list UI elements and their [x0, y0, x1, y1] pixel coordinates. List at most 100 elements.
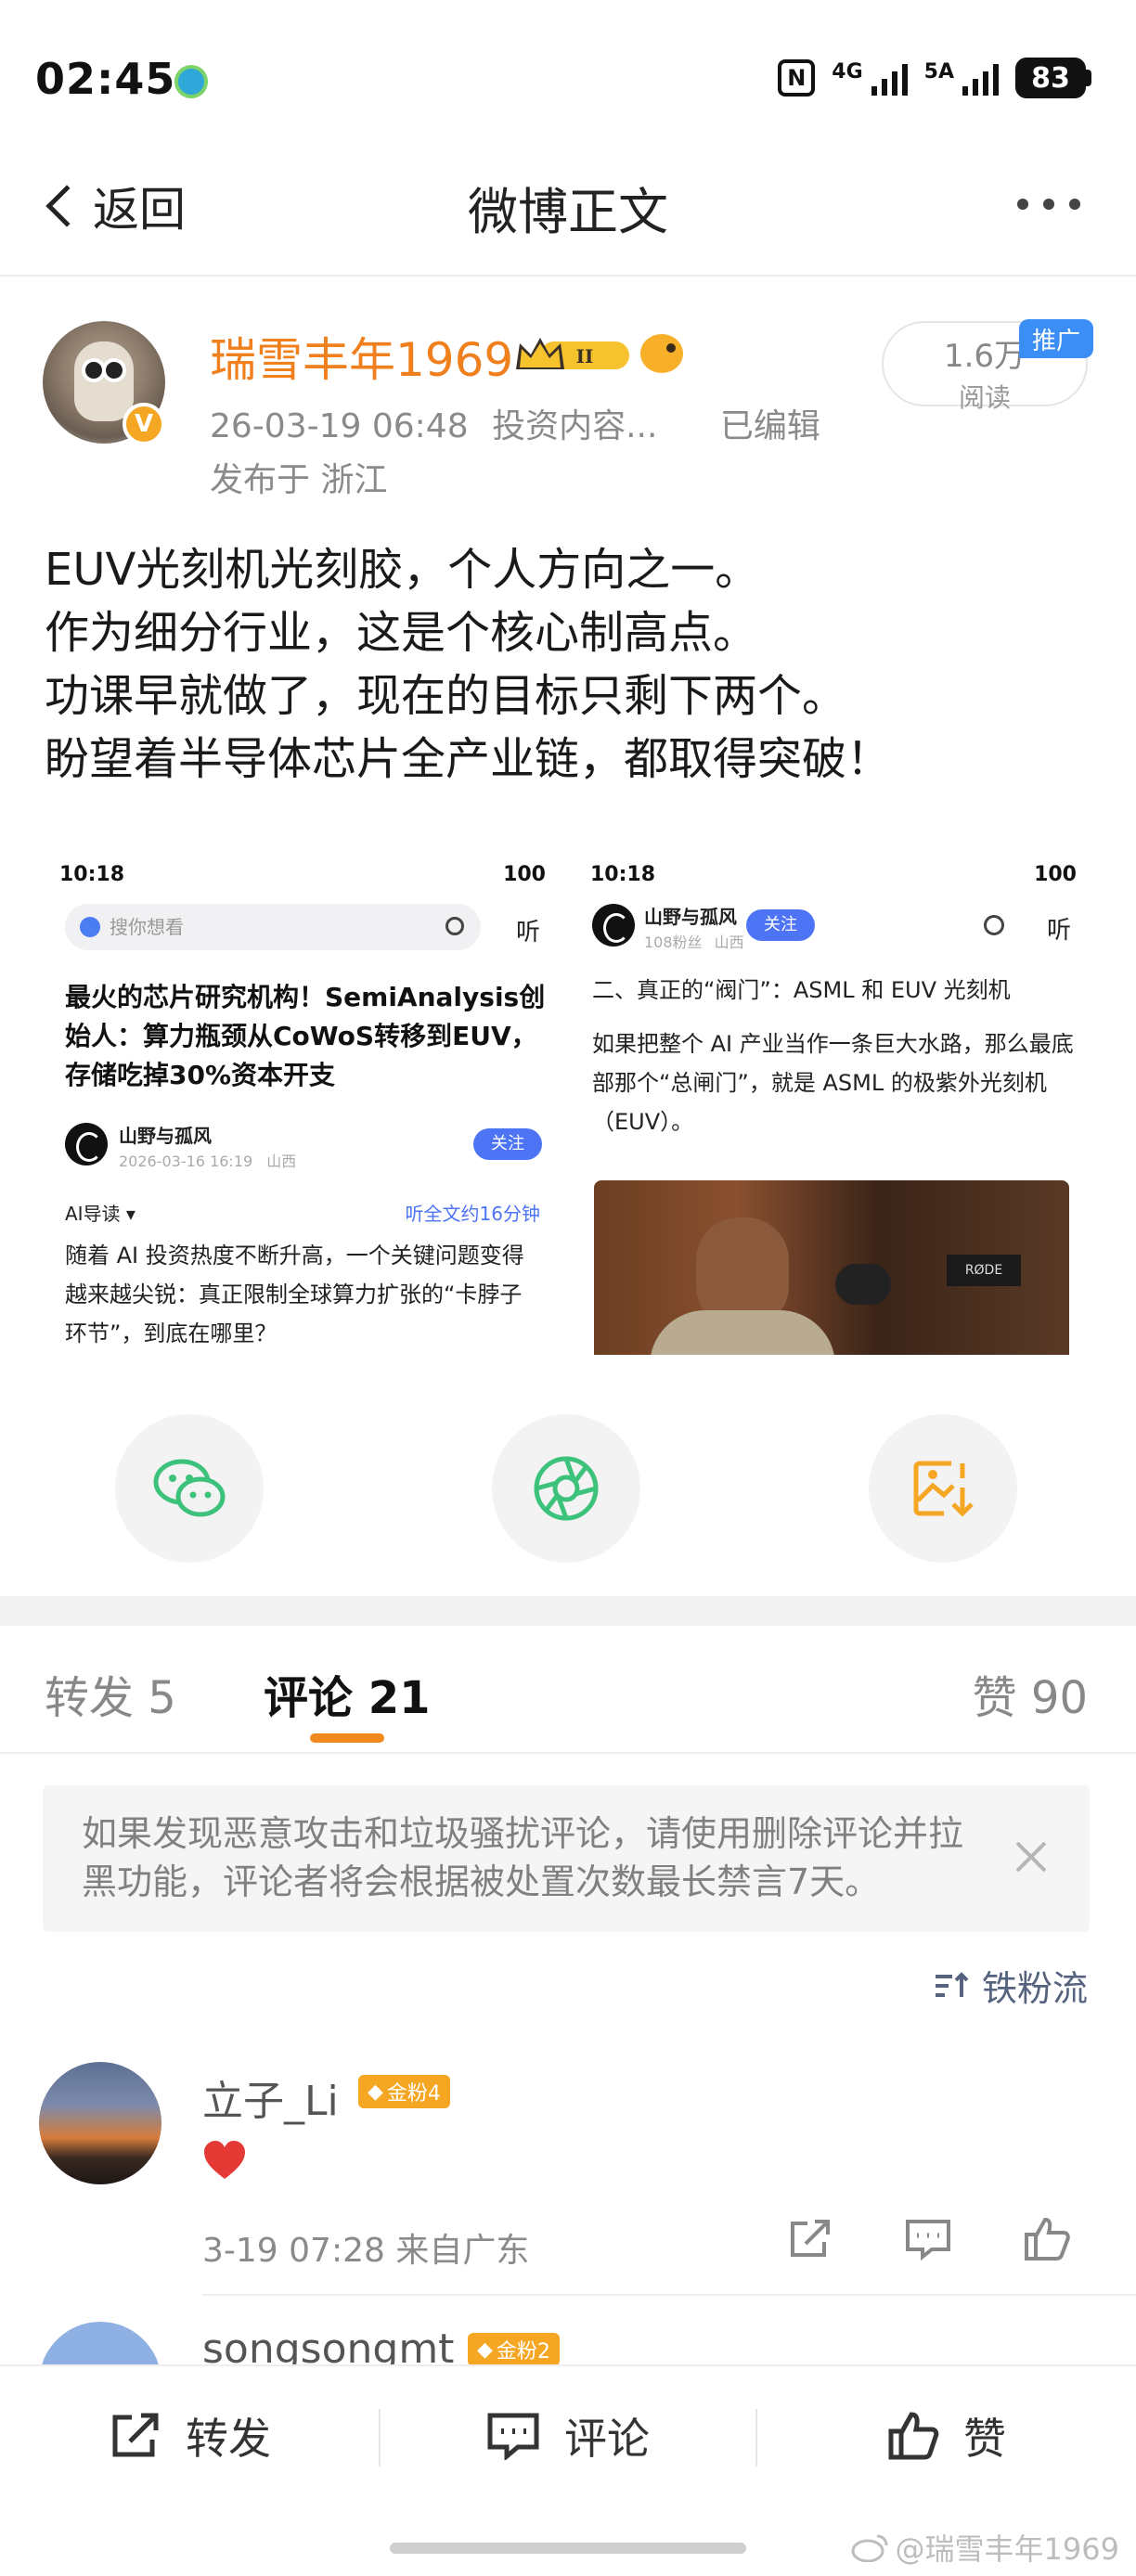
image-region: 山西: [266, 1153, 297, 1170]
like-button[interactable]: 赞: [887, 2405, 1006, 2467]
post-image-1[interactable]: 10:18 100 搜你想看 听 最火的芯片研究机构！SemiAnalysis创…: [52, 854, 553, 1355]
image-status-bar: 10:18 100: [590, 863, 1077, 886]
moments-icon: [534, 1456, 599, 1521]
battery-level: 83: [1015, 58, 1086, 98]
heart-emoji-icon: [204, 2141, 245, 2179]
share-comment-icon[interactable]: [787, 2218, 833, 2260]
post-meta: 26-03-19 06:48 投资内容... 已编辑: [210, 399, 820, 447]
cellular-signal-icon-2: 5A: [924, 60, 999, 96]
image-time: 10:18: [59, 863, 125, 886]
image-author-avatar: [592, 904, 635, 947]
post-location: 发布于 浙江: [210, 461, 388, 499]
image-search-placeholder: 搜你想看: [110, 916, 184, 938]
comment-policy-notice: 如果发现恶意攻击和垃圾骚扰评论，请使用删除评论并拉黑功能，评论者将会根据被处置次…: [43, 1785, 1090, 1932]
read-label: 阅读: [958, 382, 1011, 413]
post-image-2[interactable]: 10:18 100 山野与孤风 108粉丝 山西 关注 听 二、真正的“阀门”：…: [583, 854, 1084, 1355]
image-heading: 二、真正的“阀门”：ASML 和 EUV 光刻机: [592, 977, 1011, 1003]
section-divider: [0, 1596, 1136, 1626]
photo-rode-label: RØDE: [947, 1255, 1021, 1286]
network-label: 4G: [832, 60, 863, 84]
post-content: EUV光刻机光刻胶，个人方向之一。 作为细分行业，这是个核心制高点。 功课早就做…: [45, 538, 1103, 791]
post-line: EUV光刻机光刻胶，个人方向之一。: [45, 544, 760, 596]
more-options-icon[interactable]: [1017, 199, 1080, 210]
divider: [0, 1752, 1136, 1754]
like-icon[interactable]: [1023, 2216, 1071, 2262]
image-listen-label: 听: [515, 919, 540, 947]
fan-badge-label: 金粉4: [386, 2082, 441, 2106]
commenter-avatar[interactable]: [39, 2062, 161, 2184]
weibo-watermark: @瑞雪丰年1969: [851, 2526, 1119, 2569]
reply-icon[interactable]: [904, 2218, 952, 2260]
image-author-name: 山野与孤风: [119, 1125, 212, 1147]
share-wechat-button[interactable]: [115, 1414, 264, 1563]
comment-icon: [487, 2413, 539, 2460]
post-line: 作为细分行业，这是个核心制高点。: [45, 607, 758, 659]
promote-badge[interactable]: 推广: [1019, 319, 1093, 358]
like-label: 赞: [963, 2414, 1006, 2464]
author-name[interactable]: 瑞雪丰年1969: [210, 323, 513, 390]
vip-crown-icon[interactable]: II: [512, 334, 631, 375]
search-icon: [445, 917, 464, 935]
image-listen-full: 听全文约16分钟: [405, 1203, 540, 1225]
share-moments-button[interactable]: [492, 1414, 640, 1563]
separator: [755, 2409, 757, 2467]
fan-level-badge[interactable]: ◆ 金粉2: [468, 2333, 560, 2366]
tab-comments[interactable]: 评论 21: [264, 1661, 431, 1726]
verified-badge-icon: V: [123, 403, 165, 445]
comment-meta: 3-19 07:28 来自广东: [202, 2232, 530, 2270]
app-notification-icon: [174, 65, 208, 98]
home-indicator[interactable]: [390, 2543, 746, 2554]
sort-toggle[interactable]: 铁粉流: [932, 1960, 1088, 2011]
image-author-name: 山野与孤风: [644, 906, 737, 928]
status-time: 02:45: [35, 54, 176, 104]
fan-badge-label: 金粉2: [496, 2340, 550, 2363]
image-follower-count: 108粉丝: [644, 934, 703, 951]
save-image-button[interactable]: [869, 1414, 1017, 1563]
tab-reposts[interactable]: 转发 5: [45, 1661, 176, 1726]
image-body-text: 如果把整个 AI 产业当作一条巨大水路，那么最底部那个“总闸门”，就是 ASML…: [592, 1031, 1074, 1135]
image-listen-label: 听: [1046, 917, 1071, 945]
image-battery: 100: [503, 863, 546, 886]
watermark-text: @瑞雪丰年1969: [895, 2531, 1119, 2567]
image-battery: 100: [1034, 863, 1077, 886]
image-time: 10:18: [590, 863, 656, 886]
diamond-icon: ◆: [477, 2338, 493, 2362]
post-category[interactable]: 投资内容...: [492, 407, 657, 445]
close-icon[interactable]: [1012, 1837, 1051, 1876]
diamond-icon: ◆: [368, 2080, 383, 2104]
commenter-name[interactable]: 立子_Li: [202, 2067, 339, 2127]
image-author-avatar: [65, 1123, 108, 1166]
thumbs-up-icon: [888, 2412, 939, 2460]
weibo-logo-icon: [851, 2534, 888, 2562]
fan-level-badge[interactable]: ◆ 金粉4: [358, 2075, 450, 2108]
comment-button[interactable]: 评论: [486, 2405, 650, 2467]
baidu-paw-icon: [80, 917, 100, 937]
image-follow-button: 关注: [473, 1128, 542, 1160]
image-region: 山西: [714, 934, 744, 951]
image-followers: 108粉丝 山西: [644, 930, 744, 952]
fan-club-icon[interactable]: [640, 334, 683, 373]
image-date-text: 2026-03-16 16:19: [119, 1153, 253, 1170]
cellular-signal-icon: 4G: [832, 60, 908, 96]
sort-label: 铁粉流: [981, 1968, 1088, 2009]
search-icon: [984, 915, 1004, 935]
tab-likes[interactable]: 赞 90: [973, 1661, 1088, 1726]
image-follow-button: 关注: [746, 909, 815, 941]
repost-icon: [112, 2413, 159, 2457]
image-podcast-photo: RØDE: [594, 1180, 1069, 1355]
image-body-text: 随着 AI 投资热度不断升高，一个关键问题变得越来越尖锐：真正限制全球算力扩张的…: [65, 1243, 524, 1346]
status-icons: N 4G 5A 83: [778, 58, 1091, 98]
divider: [0, 275, 1136, 277]
repost-label: 转发: [186, 2414, 271, 2464]
repost-button[interactable]: 转发: [110, 2405, 271, 2467]
comment-actions: [787, 2216, 1071, 2262]
post-timestamp: 26-03-19 06:48: [210, 407, 469, 445]
network-label-2: 5A: [923, 60, 954, 84]
image-headline: 最火的芯片研究机构！SemiAnalysis创始人：算力瓶颈从CoWoS转移到E…: [65, 982, 546, 1090]
wechat-icon: [153, 1459, 226, 1517]
sort-icon: [935, 1971, 969, 1997]
edited-label[interactable]: 已编辑: [720, 407, 820, 445]
comment-label: 评论: [564, 2414, 650, 2464]
image-status-bar: 10:18 100: [59, 863, 546, 886]
battery-icon: 83: [1015, 58, 1091, 98]
